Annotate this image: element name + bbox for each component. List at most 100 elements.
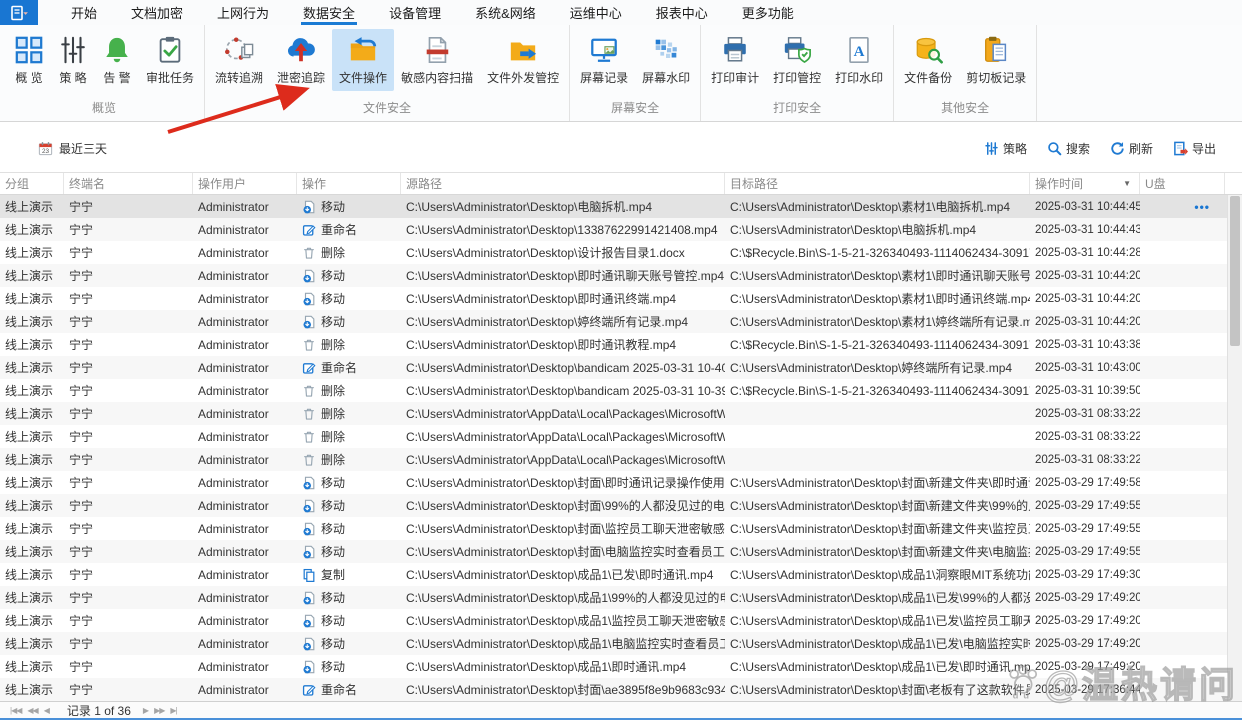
filter-actions: 策略 搜索 刷新 导出 — [984, 140, 1216, 157]
tab-data-security[interactable]: 数据安全 — [286, 0, 372, 25]
operation-cell: 重命名 — [297, 221, 401, 238]
table-row[interactable]: 线上演示宁宁Administrator重命名C:\Users\Administr… — [0, 356, 1242, 379]
scrollbar-thumb[interactable] — [1230, 196, 1240, 346]
table-row[interactable]: 线上演示宁宁Administrator移动C:\Users\Administra… — [0, 195, 1242, 218]
group-cell: 线上演示 — [0, 244, 64, 261]
table-row[interactable]: 线上演示宁宁Administrator删除C:\Users\Administra… — [0, 379, 1242, 402]
tab-device-management[interactable]: 设备管理 — [372, 0, 458, 25]
table-row[interactable]: 线上演示宁宁Administrator删除C:\Users\Administra… — [0, 425, 1242, 448]
file-security-group-label: 文件安全 — [208, 98, 566, 121]
next-page-fast-button[interactable]: ▶▶ — [154, 706, 164, 715]
source-path-cell: C:\Users\Administrator\Desktop\133876229… — [401, 223, 725, 237]
terminal-cell: 宁宁 — [64, 681, 193, 698]
tab-web-behavior[interactable]: 上网行为 — [200, 0, 286, 25]
export-button[interactable]: 导出 — [1173, 140, 1216, 157]
move-icon — [302, 591, 316, 605]
operation-label: 移动 — [321, 497, 345, 514]
table-row[interactable]: 线上演示宁宁Administrator移动C:\Users\Administra… — [0, 310, 1242, 333]
source-path-cell: C:\Users\Administrator\Desktop\bandicam … — [401, 384, 725, 398]
ribbon-button-circulation-trace[interactable]: 流转追溯 — [208, 29, 270, 91]
table-row[interactable]: 线上演示宁宁Administrator删除C:\Users\Administra… — [0, 241, 1242, 264]
table-row[interactable]: 线上演示宁宁Administrator移动C:\Users\Administra… — [0, 287, 1242, 310]
ribbon-button-alerts[interactable]: 告 警 — [95, 29, 139, 91]
operation-label: 重命名 — [321, 359, 357, 376]
table-row[interactable]: 线上演示宁宁Administrator移动C:\Users\Administra… — [0, 517, 1242, 540]
source-path-cell: C:\Users\Administrator\Desktop\封面\监控员工聊天… — [401, 520, 725, 537]
print-audit-icon — [720, 35, 750, 65]
table-row[interactable]: 线上演示宁宁Administrator移动C:\Users\Administra… — [0, 494, 1242, 517]
column-header-1[interactable]: 分组 — [0, 173, 64, 194]
svg-text:du: du — [1013, 691, 1034, 701]
table-row[interactable]: 线上演示宁宁Administrator移动C:\Users\Administra… — [0, 471, 1242, 494]
group-cell: 线上演示 — [0, 428, 64, 445]
table-row[interactable]: 线上演示宁宁Administrator移动C:\Users\Administra… — [0, 586, 1242, 609]
column-header-5[interactable]: 源路径 — [401, 173, 725, 194]
group-cell: 线上演示 — [0, 290, 64, 307]
app-menu-button[interactable] — [0, 0, 38, 25]
ribbon-button-print-audit[interactable]: 打印审计 — [704, 29, 766, 91]
table-row[interactable]: 线上演示宁宁Administrator复制C:\Users\Administra… — [0, 563, 1242, 586]
table-row[interactable]: 线上演示宁宁Administrator删除C:\Users\Administra… — [0, 402, 1242, 425]
ribbon-button-overview[interactable]: 概 览 — [7, 29, 51, 91]
table-row[interactable]: 线上演示宁宁Administrator删除C:\Users\Administra… — [0, 333, 1242, 356]
ribbon-button-print-control[interactable]: 打印管控 — [766, 29, 828, 91]
target-path-cell: C:\$Recycle.Bin\S-1-5-21-326340493-11140… — [725, 338, 1030, 352]
column-header-3[interactable]: 操作用户 — [193, 173, 297, 194]
tab-report-center[interactable]: 报表中心 — [639, 0, 725, 25]
table-row[interactable]: 线上演示宁宁Administrator移动C:\Users\Administra… — [0, 609, 1242, 632]
ribbon-button-approval-tasks[interactable]: 审批任务 — [139, 29, 201, 91]
time-cell: 2025-03-31 10:43:00 — [1030, 362, 1140, 374]
tab-start[interactable]: 开始 — [54, 0, 114, 25]
terminal-cell: 宁宁 — [64, 359, 193, 376]
column-header-6[interactable]: 目标路径 — [725, 173, 1030, 194]
tab-system-network[interactable]: 系统&网络 — [458, 0, 553, 25]
time-cell: 2025-03-31 10:43:38 — [1030, 339, 1140, 351]
ribbon-button-policy[interactable]: 策 略 — [51, 29, 95, 91]
last-page-button[interactable]: ▶| — [170, 706, 176, 715]
ribbon-button-file-outgoing-control[interactable]: 文件外发管控 — [480, 29, 566, 91]
ribbon-button-screen-record[interactable]: 屏幕记录 — [573, 29, 635, 91]
prev-page-button[interactable]: ◀ — [44, 706, 49, 715]
overview-group: 概 览策 略告 警审批任务概览 — [4, 25, 205, 121]
terminal-cell: 宁宁 — [64, 543, 193, 560]
group-cell: 线上演示 — [0, 589, 64, 606]
source-path-cell: C:\Users\Administrator\Desktop\即时通讯终端.mp… — [401, 290, 725, 307]
column-header-4[interactable]: 操作 — [297, 173, 401, 194]
tab-more-features[interactable]: 更多功能 — [725, 0, 811, 25]
ribbon-button-leak-trace[interactable]: 泄密追踪 — [270, 29, 332, 91]
column-header-8[interactable]: U盘 — [1140, 173, 1225, 194]
source-path-cell: C:\Users\Administrator\Desktop\设计报告目录1.d… — [401, 244, 725, 261]
search-button[interactable]: 搜索 — [1047, 140, 1090, 157]
ribbon-button-clipboard-record[interactable]: 剪切板记录 — [959, 29, 1033, 91]
vertical-scrollbar[interactable] — [1227, 195, 1242, 702]
terminal-cell: 宁宁 — [64, 520, 193, 537]
source-path-cell: C:\Users\Administrator\Desktop\bandicam … — [401, 361, 725, 375]
table-row[interactable]: 线上演示宁宁Administrator重命名C:\Users\Administr… — [0, 218, 1242, 241]
column-label: 终端名 — [69, 175, 105, 192]
column-header-2[interactable]: 终端名 — [64, 173, 193, 194]
prev-page-fast-button[interactable]: ◀◀ — [27, 706, 37, 715]
next-page-button[interactable]: ▶ — [143, 706, 148, 715]
tab-ops-center[interactable]: 运维中心 — [553, 0, 639, 25]
table-row[interactable]: 线上演示宁宁Administrator移动C:\Users\Administra… — [0, 632, 1242, 655]
refresh-button[interactable]: 刷新 — [1110, 140, 1153, 157]
target-path-cell: C:\Users\Administrator\Desktop\成品1\已发\电脑… — [725, 635, 1030, 652]
table-row[interactable]: 线上演示宁宁Administrator移动C:\Users\Administra… — [0, 264, 1242, 287]
first-page-button[interactable]: |◀◀ — [10, 706, 21, 715]
usb-cell: ••• — [1140, 200, 1225, 214]
table-row[interactable]: 线上演示宁宁Administrator删除C:\Users\Administra… — [0, 448, 1242, 471]
tab-doc-encryption[interactable]: 文档加密 — [114, 0, 200, 25]
date-range-filter[interactable]: 23 最近三天 — [38, 140, 107, 157]
leak-trace-label: 泄密追踪 — [277, 69, 325, 86]
table-row[interactable]: 线上演示宁宁Administrator移动C:\Users\Administra… — [0, 540, 1242, 563]
watermark: du @温热请问 — [1008, 656, 1238, 708]
ribbon-button-file-operations[interactable]: 文件操作 — [332, 29, 394, 91]
row-actions-ellipsis[interactable]: ••• — [1194, 200, 1220, 214]
ribbon-button-file-backup[interactable]: 文件备份 — [897, 29, 959, 91]
ribbon-button-sensitive-content-scan[interactable]: 敏感内容扫描 — [394, 29, 480, 91]
column-header-7[interactable]: 操作时间▼ — [1030, 173, 1140, 194]
ribbon-button-screen-watermark[interactable]: 屏幕水印 — [635, 29, 697, 91]
ribbon-button-print-watermark[interactable]: A打印水印 — [828, 29, 890, 91]
policy-button[interactable]: 策略 — [984, 140, 1027, 157]
user-cell: Administrator — [193, 407, 297, 421]
